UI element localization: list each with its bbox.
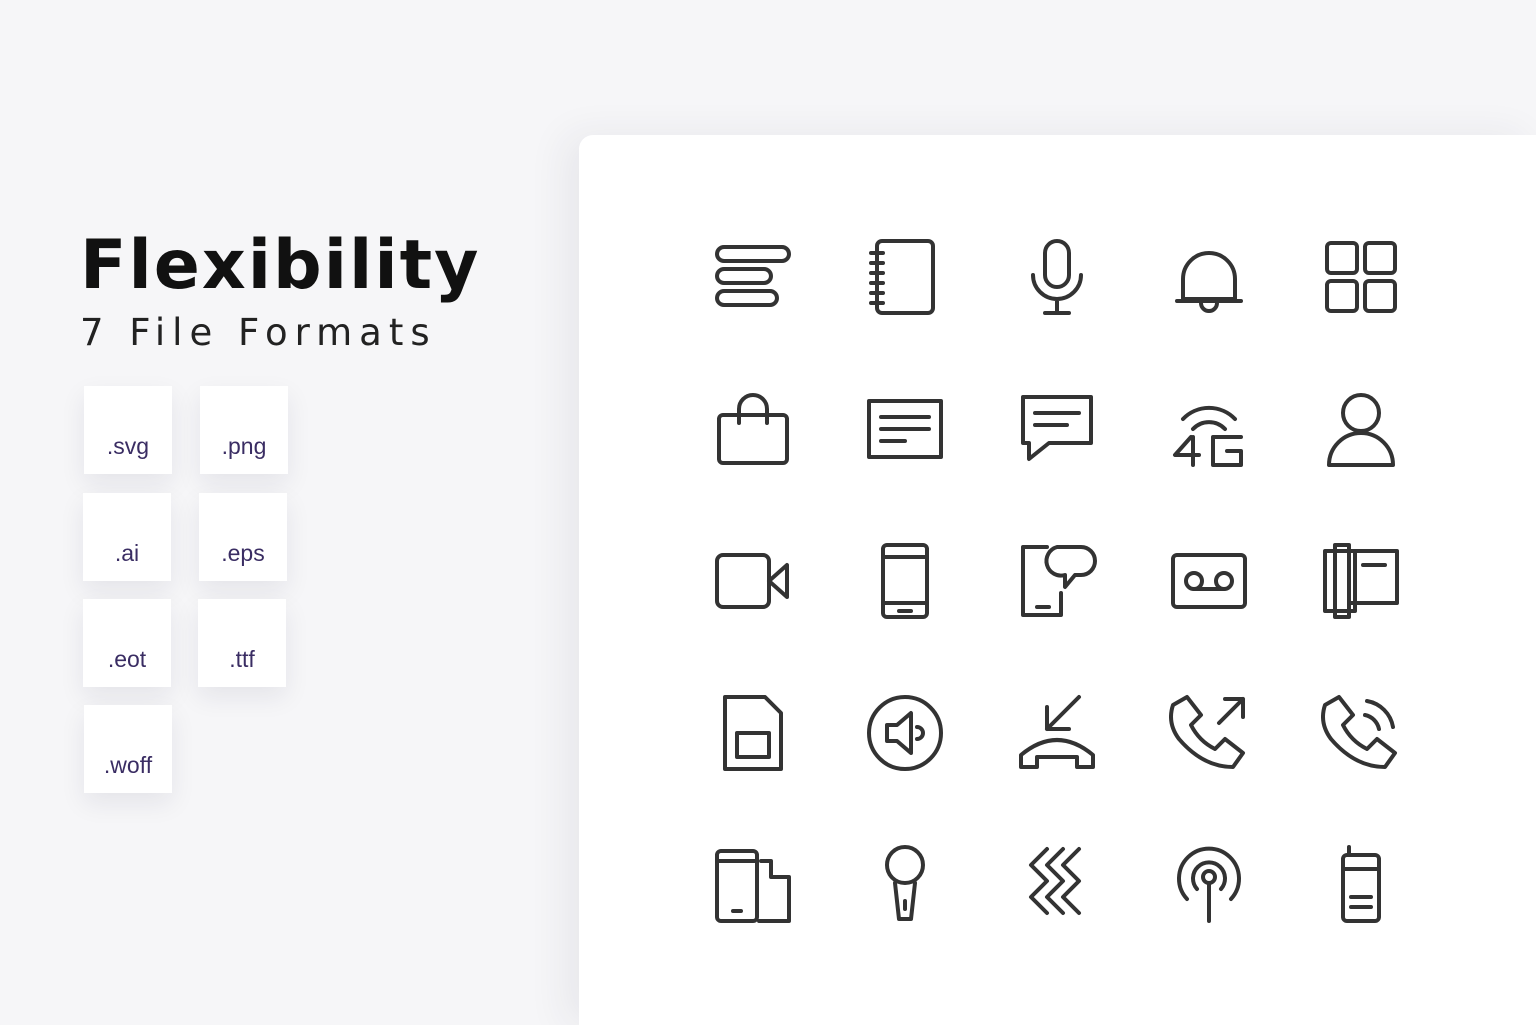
user-icon [1321, 389, 1401, 469]
format-card-eot: .eot [83, 599, 171, 687]
format-card-svg: .svg [84, 386, 172, 474]
smartphone-icon [865, 541, 945, 621]
format-card-ttf: .ttf [198, 599, 286, 687]
speaker-icon [865, 693, 945, 773]
format-label: .svg [106, 433, 150, 459]
phone-chat-icon [1017, 541, 1097, 621]
message-box-icon [865, 389, 945, 469]
walkie-talkie-icon [1321, 845, 1401, 925]
page-subtitle: 7 File Formats [80, 311, 437, 354]
text-align-icon [713, 237, 793, 317]
format-label: .eot [107, 646, 147, 672]
phone-book-icon [1321, 541, 1401, 621]
outgoing-call-icon [1169, 693, 1249, 773]
format-label: .png [221, 433, 267, 459]
phone-ringing-icon [1321, 693, 1401, 773]
format-card-eps: .eps [199, 493, 287, 581]
grid-icon [1321, 237, 1401, 317]
sim-card-icon [713, 693, 793, 773]
broadcast-icon [1169, 845, 1249, 925]
format-label: .ttf [229, 646, 255, 672]
bell-icon [1169, 237, 1249, 317]
format-card-woff: .woff [84, 705, 172, 793]
handheld-mic-icon [865, 845, 945, 925]
icon-grid [579, 135, 1536, 1025]
format-label: .eps [221, 540, 265, 566]
format-label: .woff [103, 752, 153, 778]
format-card-png: .png [200, 386, 288, 474]
vibration-icon [1017, 845, 1097, 925]
format-card-ai: .ai [83, 493, 171, 581]
missed-call-icon [1017, 693, 1097, 773]
chat-bubble-icon [1017, 389, 1097, 469]
voicemail-icon [1169, 541, 1249, 621]
page-title: Flexibility [80, 226, 481, 305]
format-label: .ai [114, 540, 140, 566]
devices-icon [713, 845, 793, 925]
video-camera-icon [713, 541, 793, 621]
microphone-icon [1017, 237, 1097, 317]
icon-panel [579, 135, 1536, 1025]
shopping-bag-icon [713, 389, 793, 469]
notebook-icon [865, 237, 945, 317]
4g-signal-icon [1169, 389, 1249, 469]
